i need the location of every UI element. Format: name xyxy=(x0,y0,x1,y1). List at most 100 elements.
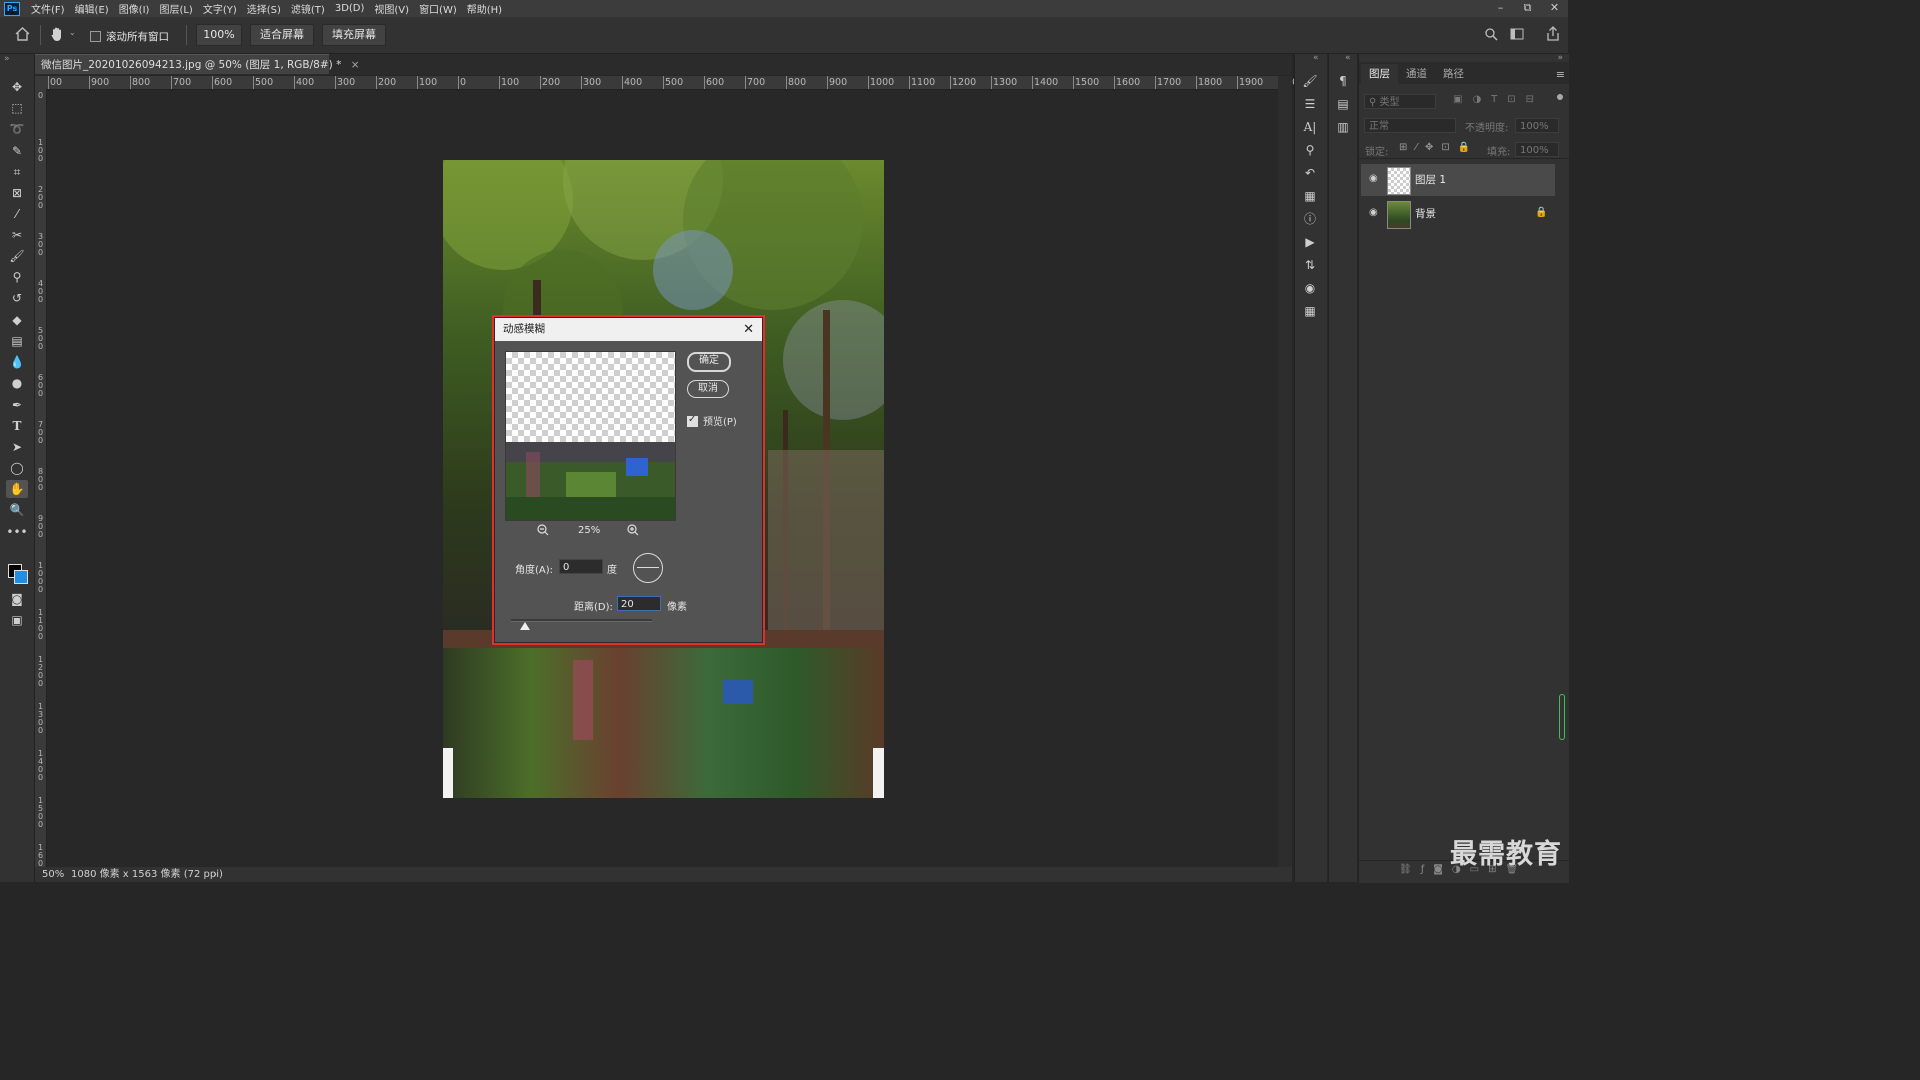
cancel-button[interactable]: 取消 xyxy=(687,380,729,398)
paragraph-panel-icon[interactable]: ¶ xyxy=(1334,72,1352,90)
brush-panel-icon[interactable]: 🖌 xyxy=(1301,72,1319,90)
dodge-tool-icon[interactable]: ● xyxy=(6,374,28,392)
workspace-icon[interactable] xyxy=(1510,28,1524,40)
layer-row[interactable]: ◉ 背景 🔒 xyxy=(1361,198,1555,230)
preview-area[interactable] xyxy=(505,351,676,521)
ellipse-tool-icon[interactable]: ◯ xyxy=(6,459,28,477)
distance-slider-track[interactable] xyxy=(511,619,652,622)
eye-icon[interactable]: ◉ xyxy=(1369,173,1378,184)
menu-window[interactable]: 窗口(W) xyxy=(414,1,462,16)
menu-filter[interactable]: 滤镜(T) xyxy=(286,1,330,16)
close-tab-icon[interactable]: × xyxy=(351,59,360,71)
notes-panel-icon[interactable]: ▥ xyxy=(1334,118,1352,136)
layer-name[interactable]: 图层 1 xyxy=(1415,164,1446,196)
brush-tool-icon[interactable]: 🖌 xyxy=(6,247,28,265)
blend-mode-select[interactable]: 正常 xyxy=(1364,118,1456,133)
menu-select[interactable]: 选择(S) xyxy=(242,1,286,16)
stamp-tool-icon[interactable]: ⚲ xyxy=(6,268,28,286)
menu-type[interactable]: 文字(Y) xyxy=(198,1,242,16)
pen-tool-icon[interactable]: ✒ xyxy=(6,396,28,414)
more-tools-icon[interactable]: ••• xyxy=(6,523,28,541)
zoom-in-icon[interactable] xyxy=(627,524,639,539)
scroll-all-windows-checkbox[interactable] xyxy=(90,29,101,42)
scroll-indicator[interactable] xyxy=(1559,694,1565,740)
menu-file[interactable]: 文件(F) xyxy=(26,1,70,16)
properties-panel-icon[interactable]: ▤ xyxy=(1334,95,1352,113)
vertical-scrollbar[interactable] xyxy=(1278,76,1292,867)
preview-checkbox[interactable] xyxy=(687,414,698,427)
fit-screen-button[interactable]: 适合屏幕 xyxy=(250,24,314,46)
minimize-button[interactable]: – xyxy=(1487,0,1514,17)
home-icon[interactable] xyxy=(15,27,30,41)
zoom-100-button[interactable]: 100% xyxy=(196,24,242,46)
menu-view[interactable]: 视图(V) xyxy=(369,1,414,16)
menu-help[interactable]: 帮助(H) xyxy=(462,1,507,16)
status-menu-arrow[interactable]: › xyxy=(213,867,217,882)
background-color-swatch[interactable] xyxy=(14,570,28,584)
angle-input[interactable]: 0 xyxy=(559,559,603,574)
search-icon[interactable] xyxy=(1485,28,1498,41)
hand-tool-icon[interactable]: ✋ xyxy=(6,480,28,498)
eraser-tool-icon[interactable]: ◆ xyxy=(6,311,28,329)
adjustments-panel-icon[interactable]: ☰ xyxy=(1301,95,1319,113)
lock-icons[interactable]: ⊞⁄✥⊡🔒 xyxy=(1399,142,1478,153)
layer-filter-icons[interactable]: ▣◑T⊡⊟ xyxy=(1453,94,1544,105)
history-panel-icon[interactable]: ↶ xyxy=(1301,164,1319,182)
table-panel-icon[interactable]: ▦ xyxy=(1301,302,1319,320)
close-dialog-icon[interactable]: ✕ xyxy=(743,318,754,341)
filter-toggle-icon[interactable] xyxy=(1557,94,1563,100)
tab-channels[interactable]: 通道 xyxy=(1398,64,1435,84)
ok-button[interactable]: 确定 xyxy=(687,352,731,372)
distance-slider-thumb[interactable] xyxy=(520,622,531,630)
menu-image[interactable]: 图像(I) xyxy=(114,1,155,16)
tab-layers[interactable]: 图层 xyxy=(1361,64,1398,84)
screen-mode-icon[interactable]: ▣ xyxy=(6,611,28,629)
restore-button[interactable]: ⧉ xyxy=(1514,0,1541,17)
menu-3d[interactable]: 3D(D) xyxy=(330,3,370,14)
fill-input[interactable]: 100% xyxy=(1515,142,1559,157)
menu-layer[interactable]: 图层(L) xyxy=(154,1,197,16)
status-zoom[interactable]: 50% xyxy=(42,867,64,882)
distance-input[interactable]: 20 xyxy=(617,596,661,611)
path-select-tool-icon[interactable]: ➤ xyxy=(6,438,28,456)
history-brush-tool-icon[interactable]: ↺ xyxy=(6,289,28,307)
blur-tool-icon[interactable]: 💧 xyxy=(6,353,28,371)
tab-paths[interactable]: 路径 xyxy=(1435,64,1472,84)
info-panel-icon[interactable]: ⓘ xyxy=(1301,210,1319,228)
quick-select-tool-icon[interactable]: ✎ xyxy=(6,142,28,160)
angle-dial[interactable] xyxy=(633,553,663,583)
collapse-icon[interactable]: » xyxy=(4,54,10,64)
eyedropper-tool-icon[interactable]: ⁄ xyxy=(6,205,28,223)
share-icon[interactable] xyxy=(1546,26,1560,41)
layer-row-selected[interactable]: ◉ 图层 1 xyxy=(1361,164,1555,196)
layer-comps-panel-icon[interactable]: ⇅ xyxy=(1301,256,1319,274)
character-panel-icon[interactable]: A| xyxy=(1301,118,1319,136)
hand-tool-icon[interactable] xyxy=(50,26,64,42)
layer-name[interactable]: 背景 xyxy=(1415,198,1436,230)
eye-icon[interactable]: ◉ xyxy=(1369,207,1378,218)
fill-screen-button[interactable]: 填充屏幕 xyxy=(322,24,386,46)
expand-panel-icon[interactable]: » xyxy=(1557,53,1563,63)
3d-panel-icon[interactable]: ◉ xyxy=(1301,279,1319,297)
collapse-strip-icon[interactable]: « xyxy=(1345,53,1351,63)
marquee-tool-icon[interactable]: ⬚ xyxy=(6,99,28,117)
zoom-out-icon[interactable] xyxy=(537,524,549,539)
document-tab[interactable]: 微信图片_20201026094213.jpg @ 50% (图层 1, RGB… xyxy=(35,54,360,74)
clone-source-panel-icon[interactable]: ⚲ xyxy=(1301,141,1319,159)
opacity-input[interactable]: 100% xyxy=(1515,118,1559,133)
type-tool-icon[interactable]: T xyxy=(6,417,28,435)
lasso-tool-icon[interactable]: ➰ xyxy=(6,120,28,138)
healing-tool-icon[interactable]: ✂ xyxy=(6,226,28,244)
frame-tool-icon[interactable]: ⊠ xyxy=(6,184,28,202)
close-window-button[interactable]: ✕ xyxy=(1541,0,1568,17)
filter-kind-select[interactable]: ⚲ 类型 xyxy=(1364,94,1436,109)
quick-mask-icon[interactable]: ◙ xyxy=(6,590,28,608)
collapse-strip-icon[interactable]: « xyxy=(1313,53,1319,63)
menu-edit[interactable]: 编辑(E) xyxy=(70,1,114,16)
swatches-panel-icon[interactable]: ▦ xyxy=(1301,187,1319,205)
checkbox-box[interactable] xyxy=(90,30,101,42)
chevron-down-icon[interactable]: ⌄ xyxy=(69,28,76,37)
actions-panel-icon[interactable]: ▶ xyxy=(1301,233,1319,251)
gradient-tool-icon[interactable]: ▤ xyxy=(6,332,28,350)
crop-tool-icon[interactable]: ⌗ xyxy=(6,163,28,181)
